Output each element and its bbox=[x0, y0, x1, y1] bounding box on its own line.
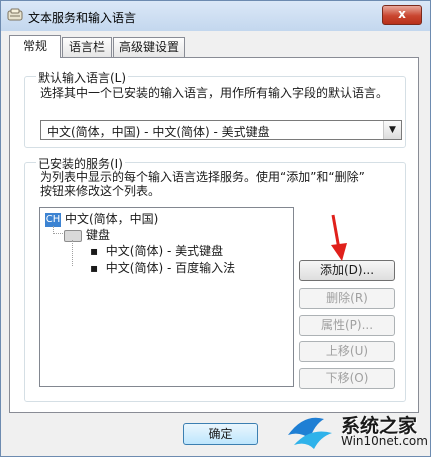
remove-button-label: 删除(R) bbox=[326, 291, 368, 305]
tree-node-language[interactable]: CH 中文(简体，中国) bbox=[45, 210, 158, 227]
installed-services-tree[interactable]: CH 中文(简体，中国) 键盘 ▪ 中文(简体) - 美式键盘 ▪ 中文(简体) … bbox=[39, 207, 294, 387]
move-up-button[interactable]: 上移(U) bbox=[299, 341, 395, 362]
tab-general[interactable]: 常规 bbox=[9, 35, 61, 58]
properties-button-label: 属性(P)... bbox=[320, 318, 374, 332]
tree-node-keyboard[interactable]: 键盘 bbox=[64, 226, 110, 243]
tree-node-keyboard-label: 键盘 bbox=[86, 228, 111, 242]
keyboard-icon bbox=[64, 229, 82, 242]
default-language-selected-value: 中文(简体，中国) - 中文(简体) - 美式键盘 bbox=[47, 125, 270, 139]
ok-button[interactable]: 确定 bbox=[183, 423, 258, 445]
tree-item-label: 中文(简体) - 美式键盘 bbox=[105, 244, 224, 258]
installed-services-description-line1: 为列表中显示的每个输入语言选择服务。使用“添加”和“删除” bbox=[40, 170, 365, 184]
dialog-window: 文本服务和输入语言 x 常规 语言栏 高级键设置 默认输入语言(L) 选择其中一… bbox=[0, 0, 431, 457]
move-down-button[interactable]: 下移(O) bbox=[299, 368, 395, 389]
title-bar[interactable]: 文本服务和输入语言 x bbox=[1, 1, 430, 31]
default-language-select[interactable]: 中文(简体，中国) - 中文(简体) - 美式键盘 ▼ bbox=[40, 120, 402, 140]
tab-language-bar-label: 语言栏 bbox=[68, 40, 105, 54]
language-badge: CH bbox=[45, 212, 61, 227]
tree-item-baidu-ime[interactable]: ▪ 中文(简体) - 百度输入法 bbox=[90, 259, 235, 276]
close-button[interactable]: x bbox=[382, 5, 422, 25]
add-button-label: 添加(D)... bbox=[319, 263, 375, 277]
default-language-group-title: 默认输入语言(L) bbox=[36, 69, 129, 86]
red-arrow-annotation-icon bbox=[331, 214, 347, 261]
add-button[interactable]: 添加(D)... bbox=[299, 260, 395, 281]
tab-advanced-label: 高级键设置 bbox=[118, 40, 179, 54]
watermark-logo-icon bbox=[288, 417, 332, 449]
tab-general-label: 常规 bbox=[22, 39, 47, 53]
window-title: 文本服务和输入语言 bbox=[28, 11, 137, 25]
tree-item-label: 中文(简体) - 百度输入法 bbox=[105, 261, 236, 275]
close-icon: x bbox=[398, 7, 406, 21]
keyboard-app-icon bbox=[7, 8, 23, 21]
tab-advanced-key-settings[interactable]: 高级键设置 bbox=[113, 37, 185, 57]
move-down-button-label: 下移(O) bbox=[325, 371, 369, 385]
bullet-icon: ▪ bbox=[90, 261, 106, 275]
remove-button[interactable]: 删除(R) bbox=[299, 288, 395, 309]
properties-button[interactable]: 属性(P)... bbox=[299, 315, 395, 336]
tree-connector bbox=[72, 240, 73, 266]
move-up-button-label: 上移(U) bbox=[325, 344, 369, 358]
tree-item-us-keyboard[interactable]: ▪ 中文(简体) - 美式键盘 bbox=[90, 242, 223, 259]
default-language-description: 选择其中一个已安装的输入语言，用作所有输入字段的默认语言。 bbox=[40, 86, 389, 100]
bullet-icon: ▪ bbox=[90, 244, 106, 258]
installed-services-description-line2: 按钮来修改这个列表。 bbox=[40, 184, 161, 198]
ok-button-label: 确定 bbox=[208, 427, 233, 441]
chevron-down-icon[interactable]: ▼ bbox=[383, 121, 401, 139]
tree-node-language-label: 中文(简体，中国) bbox=[65, 212, 159, 226]
watermark-url: Win10net.com bbox=[341, 434, 428, 448]
tree-connector bbox=[53, 233, 63, 234]
tab-language-bar[interactable]: 语言栏 bbox=[62, 37, 112, 57]
